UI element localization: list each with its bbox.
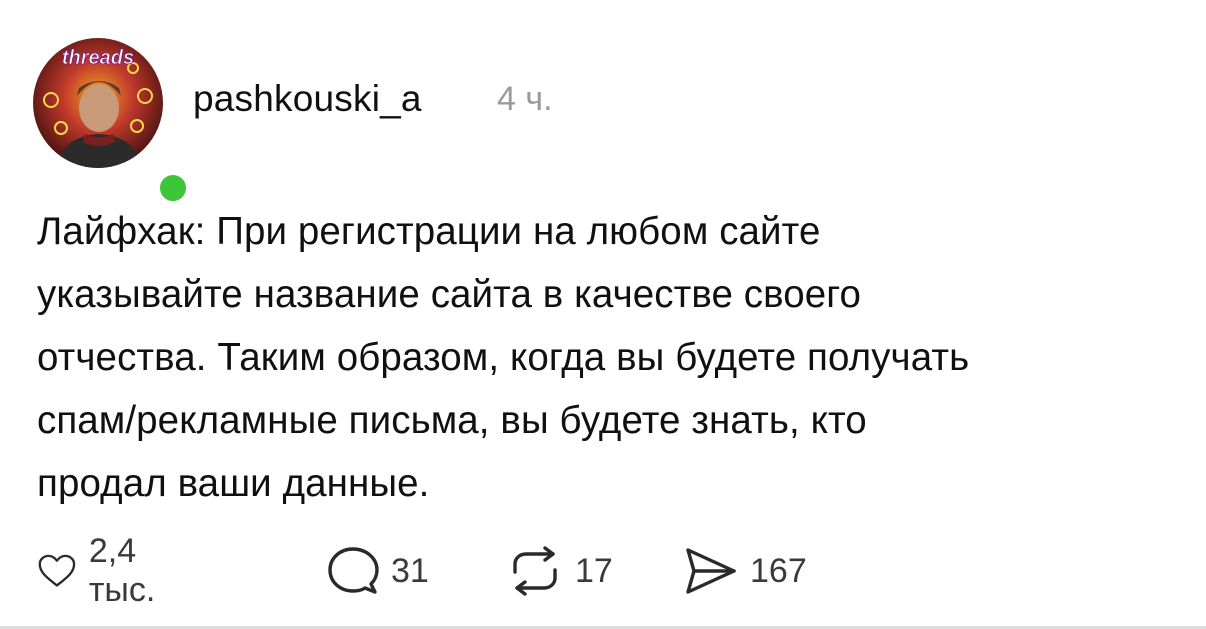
like-count: 2,4 тыс.	[88, 532, 156, 609]
post-text-line: спам/рекламные письма, вы будете знать, …	[37, 399, 867, 442]
post-card: threads pashkouski_a 4 ч. Лайфхак: При р…	[0, 0, 1206, 629]
heart-icon	[38, 554, 76, 587]
repost-icon	[513, 546, 557, 596]
like-button[interactable]: 2,4 тыс.	[37, 532, 173, 609]
post-text: Лайфхак: При регистрации на любом сайте …	[37, 200, 1187, 515]
share-count: 167	[750, 551, 807, 590]
post-text-line: указывайте название сайта в качестве сво…	[37, 273, 862, 316]
share-icon	[686, 548, 736, 594]
post-timestamp: 4 ч.	[497, 80, 553, 118]
repost-count: 17	[575, 551, 613, 590]
comment-count: 31	[391, 551, 429, 590]
post-text-line: Лайфхак: При регистрации на любом сайте	[37, 210, 821, 253]
repost-button[interactable]: 17	[507, 543, 613, 599]
username-link[interactable]: pashkouski_a	[193, 78, 422, 120]
comment-icon	[328, 547, 379, 594]
share-button[interactable]: 167	[682, 543, 807, 599]
avatar-container: threads	[33, 38, 191, 206]
post-text-line: отчества. Таким образом, когда вы будете…	[37, 336, 970, 379]
comment-button[interactable]: 31	[327, 543, 429, 599]
post-text-line: продал ваши данные.	[37, 462, 430, 505]
avatar-badge-text: threads	[62, 47, 134, 69]
avatar[interactable]: threads	[33, 38, 163, 168]
